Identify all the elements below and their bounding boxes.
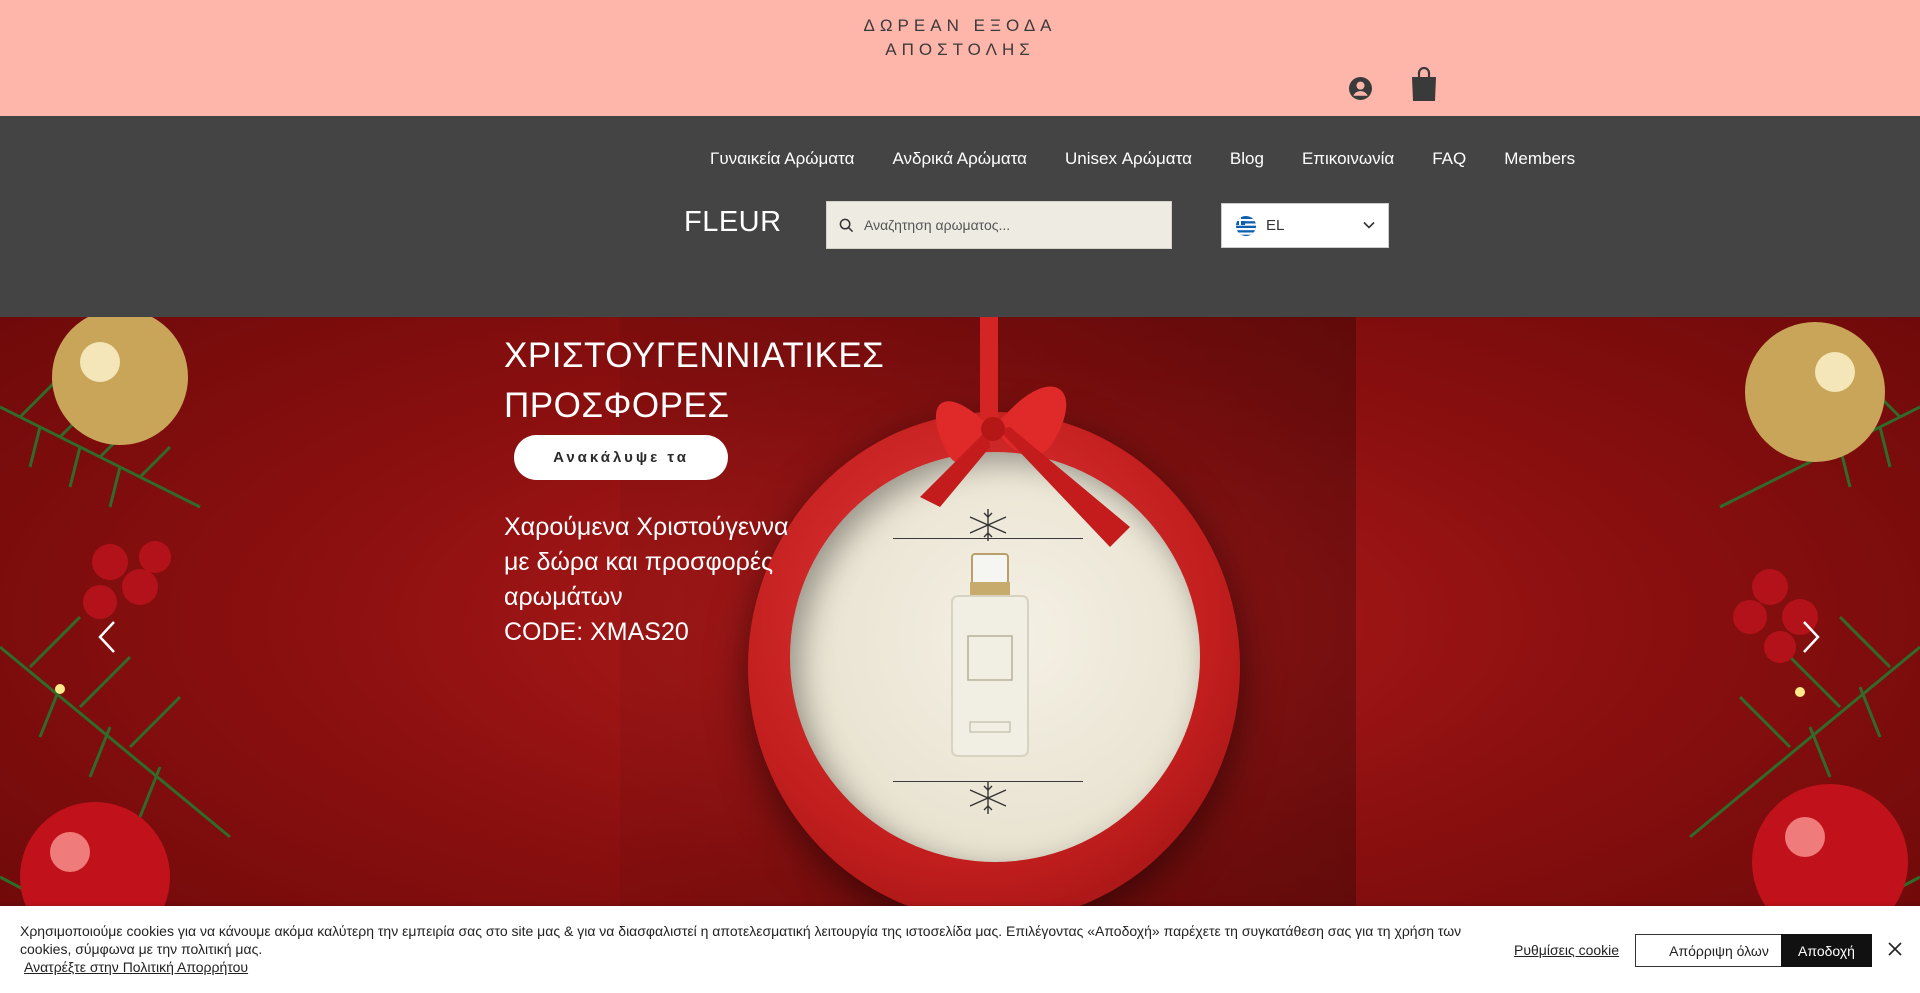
shopping-bag-icon[interactable] — [1410, 66, 1438, 102]
cookie-settings-link[interactable]: Ρυθμίσεις cookie — [1514, 942, 1619, 958]
main-navigation: Γυναικεία Αρώματα Ανδρικά Αρώματα Unisex… — [0, 116, 1920, 317]
promo-bar: ΔΩΡΕΑΝ ΕΞΟΔΑ ΑΠΟΣΤΟΛΗΣ — [0, 0, 1920, 116]
pine-branch-right-image — [1689, 322, 1920, 979]
snowflake-icon — [969, 782, 1007, 814]
hero-text-line: αρωμάτων — [504, 583, 623, 611]
pine-branch-left-image — [0, 317, 231, 979]
reject-all-button[interactable]: Απόρριψη όλων — [1635, 934, 1803, 967]
cookie-message: Χρησιμοποιούμε cookies για να κάνουμε ακ… — [20, 923, 1462, 957]
snowflake-icon — [969, 509, 1007, 541]
promo-code: CODE: XMAS20 — [504, 618, 689, 646]
nav-item-unisex[interactable]: Unisex Αρώματα — [1046, 149, 1211, 169]
previous-slide-arrow-icon[interactable] — [96, 619, 118, 655]
nav-item-men[interactable]: Ανδρικά Αρώματα — [873, 149, 1046, 169]
brand-logo[interactable]: FLEUR — [684, 206, 782, 239]
privacy-policy-link[interactable]: Ανατρέξτε στην Πολιτική Απορρήτου — [24, 959, 248, 975]
nav-item-contact[interactable]: Επικοινωνία — [1283, 149, 1413, 169]
search-box[interactable] — [826, 201, 1172, 249]
hero-title: ΧΡΙΣΤΟΥΓΕΝΝΙΑΤΙΚΕΣ ΠΡΟΣΦΟΡΕΣ — [504, 336, 885, 425]
nav-item-blog[interactable]: Blog — [1211, 149, 1283, 169]
hero-text-line: με δώρα και προσφορές — [504, 548, 774, 576]
nav-item-faq[interactable]: FAQ — [1413, 149, 1485, 169]
perfume-bottle-image — [951, 553, 1029, 757]
discover-button[interactable]: Ανακάλυψε τα — [514, 435, 728, 480]
nav-menu: Γυναικεία Αρώματα Ανδρικά Αρώματα Unisex… — [691, 144, 1594, 174]
language-code: EL — [1266, 217, 1285, 234]
hero-description: Χαρούμενα Χριστούγεννα με δώρα και προσφ… — [504, 510, 834, 650]
next-slide-arrow-icon[interactable] — [1800, 619, 1822, 655]
chevron-down-icon — [1363, 221, 1375, 229]
hero-slideshow: ΧΡΙΣΤΟΥΓΕΝΝΙΑΤΙΚΕΣ ΠΡΟΣΦΟΡΕΣ Ανακάλυψε τ… — [0, 317, 1920, 993]
nav-item-women[interactable]: Γυναικεία Αρώματα — [691, 149, 873, 169]
promo-line-1: ΔΩΡΕΑΝ ΕΞΟΔΑ — [863, 16, 1057, 35]
search-icon — [839, 218, 854, 232]
accept-button[interactable]: Αποδοχή — [1781, 934, 1872, 967]
promo-line-2: ΑΠΟΣΤΟΛΗΣ — [885, 40, 1035, 59]
search-input[interactable] — [864, 217, 1154, 233]
nav-item-members[interactable]: Members — [1485, 149, 1594, 169]
free-shipping-banner: ΔΩΡΕΑΝ ΕΞΟΔΑ ΑΠΟΣΤΟΛΗΣ — [820, 14, 1100, 62]
account-icon[interactable] — [1349, 77, 1372, 100]
greek-flag-icon — [1236, 215, 1256, 236]
language-selector[interactable]: EL — [1221, 203, 1389, 248]
close-icon[interactable] — [1886, 940, 1904, 958]
hero-text-line: Χαρούμενα Χριστούγεννα — [504, 513, 789, 541]
cookie-consent-banner: Χρησιμοποιούμε cookies για να κάνουμε ακ… — [0, 906, 1920, 993]
